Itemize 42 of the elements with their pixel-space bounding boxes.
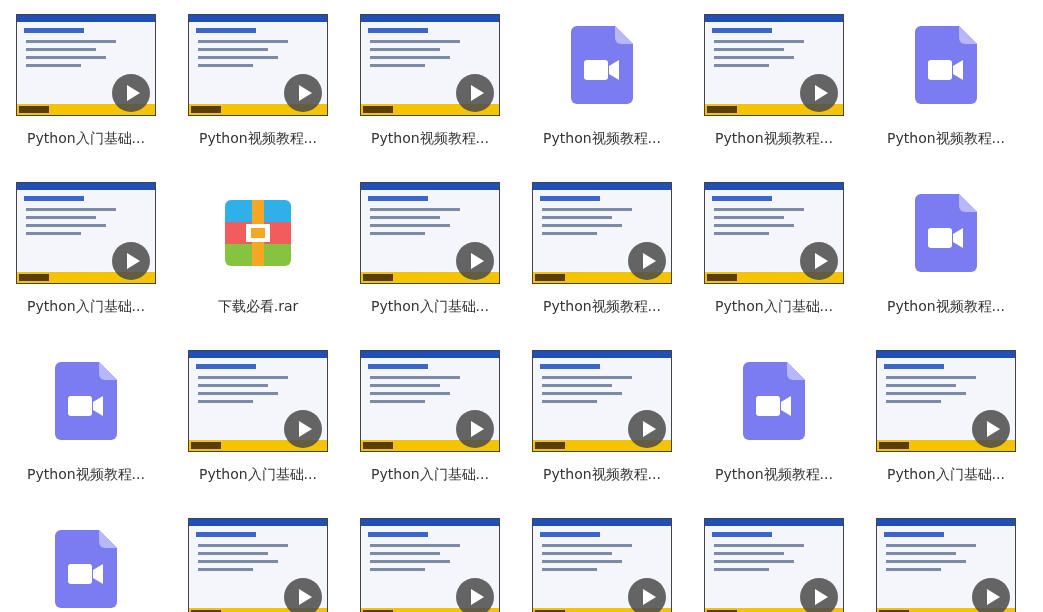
play-icon[interactable] <box>112 242 150 280</box>
file-name[interactable]: Python视频教程... <box>887 130 1005 148</box>
file-name[interactable]: Python入门基础... <box>371 466 489 484</box>
file-name[interactable]: Python视频教程... <box>715 130 833 148</box>
play-icon[interactable] <box>112 74 150 112</box>
play-icon[interactable] <box>800 242 838 280</box>
play-icon[interactable] <box>972 410 1010 448</box>
play-icon[interactable] <box>284 578 322 612</box>
play-icon[interactable] <box>628 242 666 280</box>
video-file-icon <box>915 194 977 272</box>
play-icon[interactable] <box>628 578 666 612</box>
file-name[interactable]: Python视频教程... <box>887 298 1005 316</box>
play-icon[interactable] <box>800 74 838 112</box>
video-file-icon <box>571 26 633 104</box>
file-name[interactable]: Python入门基础... <box>371 298 489 316</box>
archive-icon <box>225 200 291 266</box>
file-name[interactable]: Python视频教程... <box>543 130 661 148</box>
file-name[interactable]: Python视频教程... <box>715 466 833 484</box>
play-icon[interactable] <box>800 578 838 612</box>
file-name[interactable]: Python入门基础... <box>715 298 833 316</box>
video-file-icon <box>915 26 977 104</box>
file-name[interactable]: Python入门基础... <box>199 466 317 484</box>
file-name[interactable]: Python视频教程... <box>371 130 489 148</box>
play-icon[interactable] <box>628 410 666 448</box>
file-name[interactable]: Python入门基础... <box>887 466 1005 484</box>
file-name[interactable]: Python视频教程... <box>543 298 661 316</box>
file-name[interactable]: Python视频教程... <box>27 466 145 484</box>
file-name[interactable]: Python入门基础... <box>27 130 145 148</box>
file-name[interactable]: Python视频教程... <box>543 466 661 484</box>
video-file-icon <box>55 530 117 608</box>
play-icon[interactable] <box>284 410 322 448</box>
video-file-icon <box>55 362 117 440</box>
play-icon[interactable] <box>284 74 322 112</box>
play-icon[interactable] <box>456 242 494 280</box>
play-icon[interactable] <box>972 578 1010 612</box>
play-icon[interactable] <box>456 74 494 112</box>
play-icon[interactable] <box>456 410 494 448</box>
file-name[interactable]: Python入门基础... <box>27 298 145 316</box>
file-name[interactable]: 下载必看.rar <box>217 298 299 316</box>
video-file-icon <box>743 362 805 440</box>
file-name[interactable]: Python视频教程... <box>199 130 317 148</box>
play-icon[interactable] <box>456 578 494 612</box>
